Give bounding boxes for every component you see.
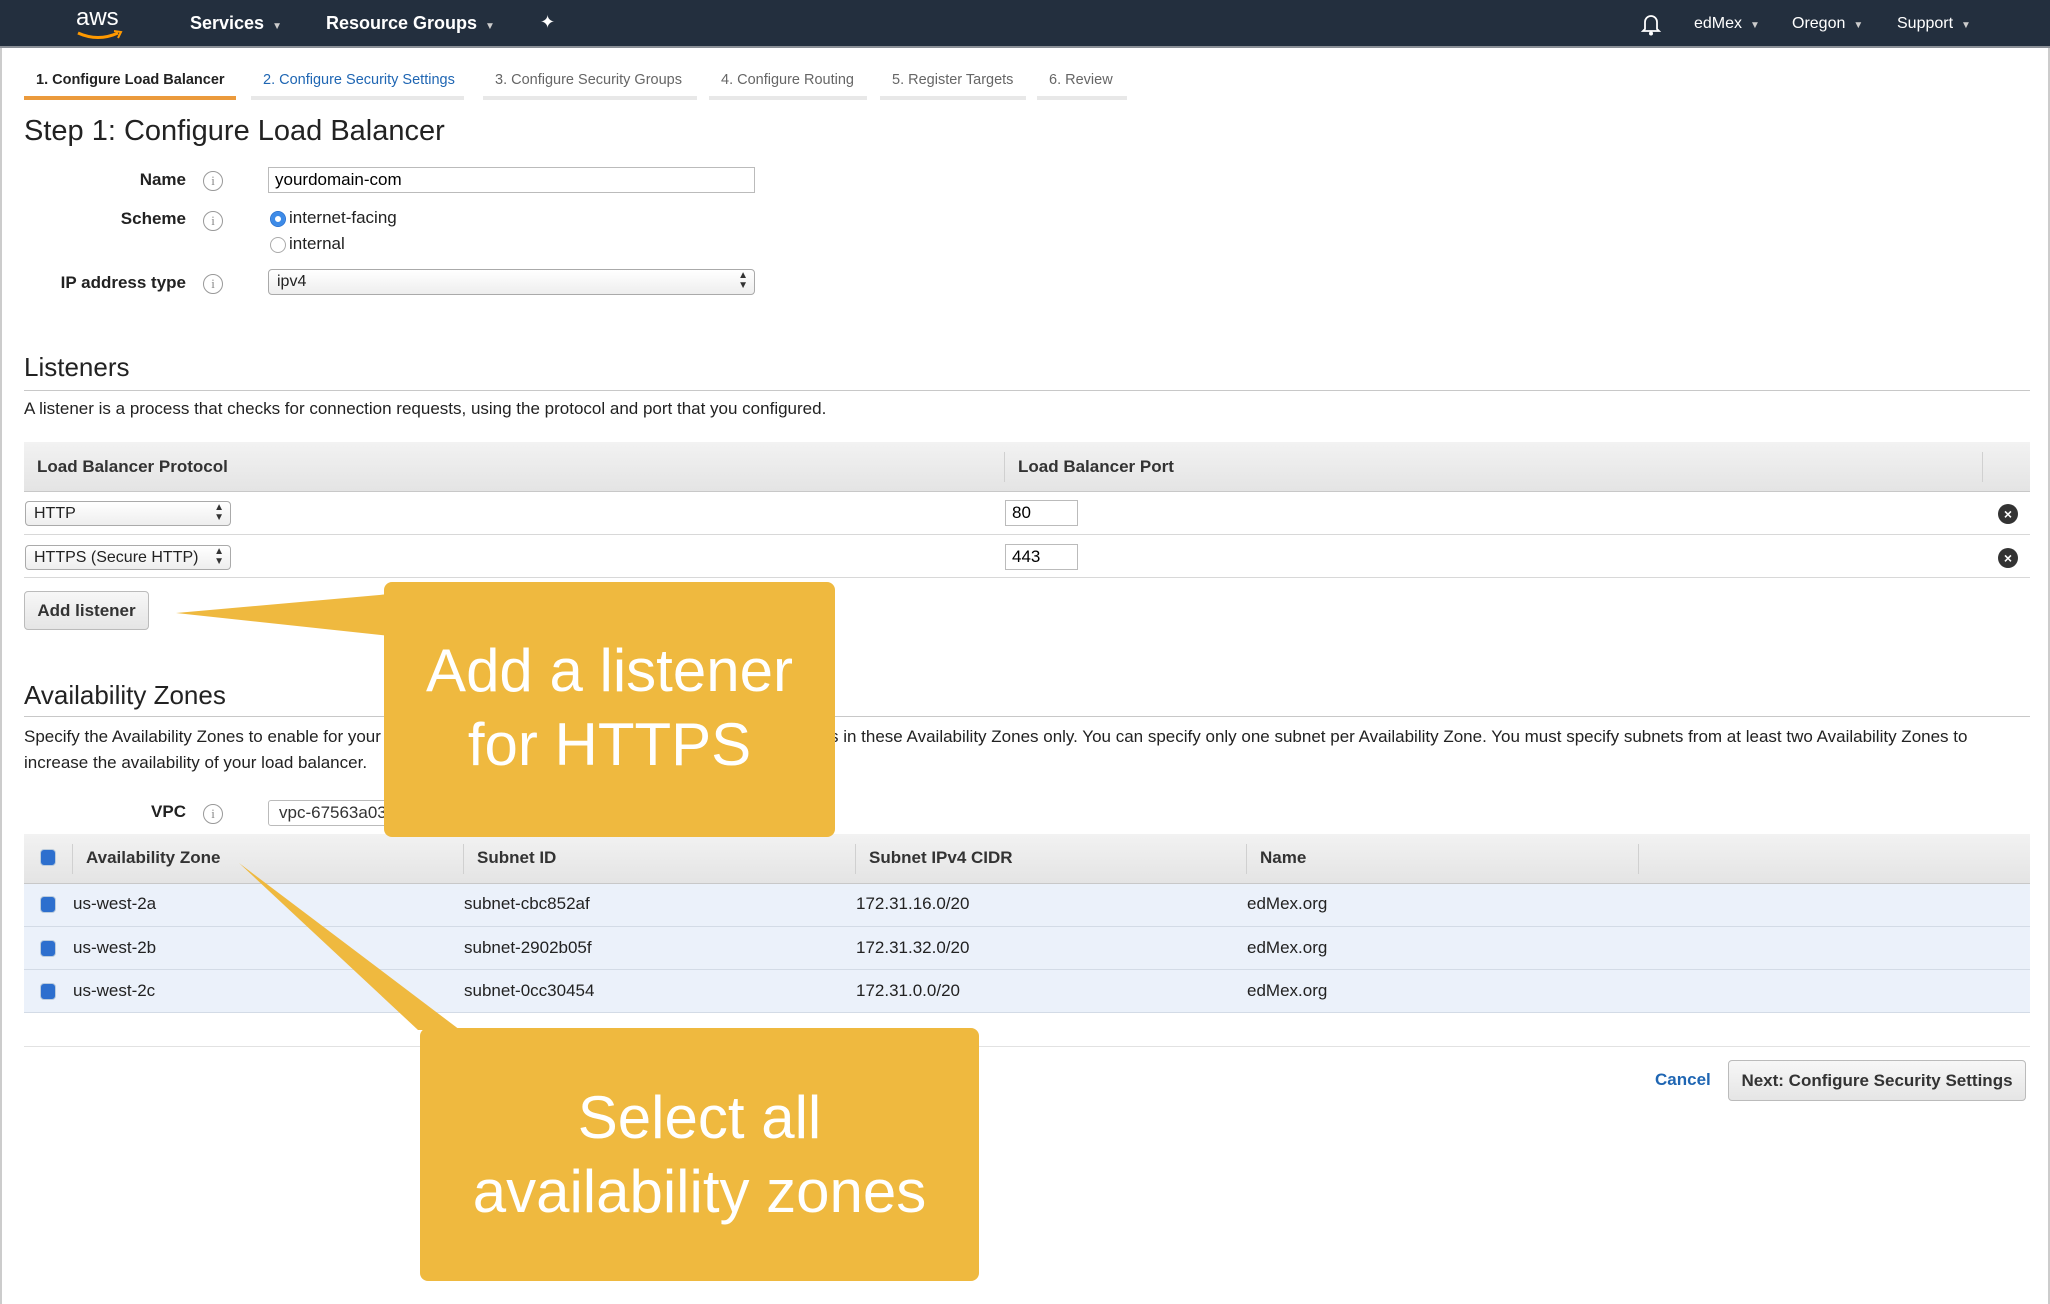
select-zones-callout: Select all availability zones — [420, 1028, 979, 1281]
listener-callout-pointer — [176, 594, 390, 636]
callout-pointers — [176, 594, 460, 1030]
zones-callout-pointer — [239, 863, 460, 1030]
add-listener-callout: Add a listener for HTTPS — [384, 582, 835, 837]
